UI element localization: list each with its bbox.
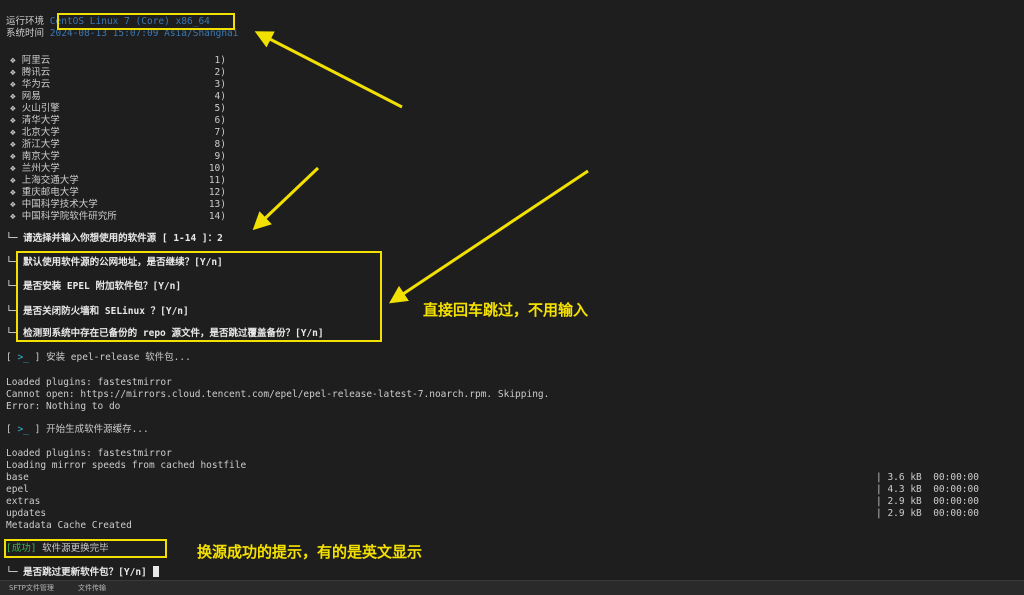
mirror-name: 浙江大学 — [21, 139, 60, 150]
repo-size: | 3.6 kB 00:00:00 — [876, 472, 979, 483]
mirror-number: 12) — [208, 187, 226, 198]
mirror-number: 7) — [214, 127, 226, 138]
diamond-icon: ❖ — [10, 199, 16, 210]
mirror-option: ❖ 重庆邮电大学 — [10, 187, 79, 199]
mirror-name: 北京大学 — [21, 127, 60, 138]
mirror-number: 10) — [208, 163, 226, 174]
mirror-name: 腾讯云 — [21, 67, 51, 78]
mirror-name: 南京大学 — [21, 151, 60, 162]
mirror-option: ❖ 火山引擎 — [10, 103, 60, 115]
repo-name: updates — [6, 508, 47, 519]
mirror-number: 3) — [214, 79, 226, 90]
step-install-epel-text: 安装 epel-release 软件包... — [46, 352, 191, 363]
run-env-label: 运行环境 — [6, 16, 45, 27]
annotation-skip-enter: 直接回车跳过，不用输入 — [423, 301, 589, 319]
repo-name: extras — [6, 496, 41, 507]
sftp-tab[interactable]: SFTP文件管理 — [9, 583, 54, 593]
diamond-icon: ❖ — [10, 55, 16, 66]
mirror-option: ❖ 兰州大学 — [10, 163, 60, 175]
mirror-name: 清华大学 — [21, 115, 60, 126]
log-line: Loading mirror speeds from cached hostfi… — [6, 460, 247, 471]
mirror-option: ❖ 南京大学 — [10, 151, 60, 163]
mirror-number: 6) — [214, 115, 226, 126]
file-transfer-tab[interactable]: 文件传输 — [78, 583, 106, 593]
mirror-option: ❖ 网易 — [10, 91, 41, 103]
diamond-icon: ❖ — [10, 139, 16, 150]
mirror-name: 兰州大学 — [21, 163, 60, 174]
mirror-option: ❖ 上海交通大学 — [10, 175, 79, 187]
mirror-option: ❖ 腾讯云 — [10, 67, 50, 79]
diamond-icon: ❖ — [10, 67, 16, 78]
step-gen-cache-text: 开始生成软件源缓存... — [46, 424, 149, 435]
diamond-icon: ❖ — [10, 151, 16, 162]
status-bar: SFTP文件管理 文件传输 — [0, 580, 1024, 595]
diamond-icon: ❖ — [10, 211, 16, 222]
diamond-icon: ❖ — [10, 103, 16, 114]
mirror-name: 火山引擎 — [21, 103, 60, 114]
mirror-option: ❖ 浙江大学 — [10, 139, 60, 151]
mirror-option: ❖ 北京大学 — [10, 127, 60, 139]
step-install-epel: [ >_ ] 安装 epel-release 软件包... — [6, 352, 191, 363]
prompt-skip-update[interactable]: └─ 是否跳过更新软件包？[Y/n] — [6, 566, 159, 578]
prompt-skip-update-text: └─ 是否跳过更新软件包？[Y/n] — [6, 567, 147, 578]
mirror-number: 1) — [214, 55, 226, 66]
mirror-name: 中国科学技术大学 — [21, 199, 98, 210]
metadata-line: Metadata Cache Created — [6, 520, 132, 531]
arrow-to-select — [252, 166, 320, 231]
diamond-icon: ❖ — [10, 175, 16, 186]
select-prompt: └─ 请选择并输入你想使用的软件源 [ 1-14 ]：2 — [6, 233, 223, 244]
mirror-number: 9) — [214, 151, 226, 162]
sys-time-label: 系统时间 — [6, 28, 45, 39]
mirror-name: 重庆邮电大学 — [21, 187, 79, 198]
diamond-icon: ❖ — [10, 187, 16, 198]
terminal-output[interactable]: 运行环境 CentOS Linux 7 (Core) x86_64 系统时间 2… — [0, 0, 1024, 580]
arrow-to-run-env — [254, 31, 403, 109]
prompt-symbol: >_ — [17, 352, 29, 363]
mirror-option: ❖ 阿里云 — [10, 55, 50, 67]
mirror-number: 14) — [208, 211, 226, 222]
repo-size: | 4.3 kB 00:00:00 — [876, 484, 979, 495]
log-line: Loaded plugins: fastestmirror — [6, 377, 172, 388]
prompt-symbol: >_ — [17, 424, 29, 435]
terminal-cursor — [152, 566, 159, 577]
mirror-number: 11) — [208, 175, 226, 186]
repo-size: | 2.9 kB 00:00:00 — [876, 508, 979, 519]
diamond-icon: ❖ — [10, 91, 16, 102]
mirror-number: 13) — [208, 199, 226, 210]
mirror-number: 8) — [214, 139, 226, 150]
highlight-success — [4, 539, 167, 558]
diamond-icon: ❖ — [10, 79, 16, 90]
mirror-option: ❖ 清华大学 — [10, 115, 60, 127]
repo-size: | 2.9 kB 00:00:00 — [876, 496, 979, 507]
mirror-number: 4) — [214, 91, 226, 102]
highlight-prompts — [16, 251, 382, 342]
repo-name: epel — [6, 484, 29, 495]
mirror-name: 阿里云 — [21, 55, 51, 66]
mirror-name: 上海交通大学 — [21, 175, 79, 186]
step-gen-cache: [ >_ ] 开始生成软件源缓存... — [6, 424, 149, 435]
mirror-option: ❖ 中国科学技术大学 — [10, 199, 98, 211]
diamond-icon: ❖ — [10, 127, 16, 138]
mirror-name: 网易 — [21, 91, 41, 102]
log-line: Error: Nothing to do — [6, 401, 121, 412]
repo-name: base — [6, 472, 29, 483]
arrow-to-prompts — [389, 169, 589, 304]
highlight-run-env — [57, 13, 235, 30]
mirror-option: ❖ 中国科学院软件研究所 — [10, 211, 117, 223]
mirror-number: 2) — [214, 67, 226, 78]
log-line: Cannot open: https://mirrors.cloud.tence… — [6, 389, 550, 400]
annotation-success-hint: 换源成功的提示，有的是英文显示 — [197, 543, 423, 561]
mirror-name: 中国科学院软件研究所 — [21, 211, 117, 222]
diamond-icon: ❖ — [10, 115, 16, 126]
mirror-number: 5) — [214, 103, 226, 114]
mirror-name: 华为云 — [21, 79, 51, 90]
log-line: Loaded plugins: fastestmirror — [6, 448, 172, 459]
diamond-icon: ❖ — [10, 163, 16, 174]
mirror-option: ❖ 华为云 — [10, 79, 50, 91]
